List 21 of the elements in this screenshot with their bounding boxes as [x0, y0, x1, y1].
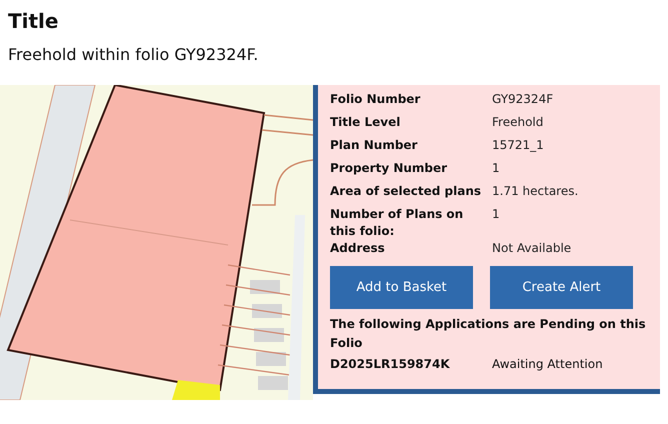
detail-value: Freehold: [492, 114, 544, 131]
detail-label: Title Level: [330, 114, 402, 131]
detail-label: Area of selected plans: [330, 183, 482, 200]
application-status: Awaiting Attention: [492, 356, 604, 373]
detail-value: GY92324F: [492, 91, 554, 108]
add-to-basket-button[interactable]: Add to Basket: [330, 266, 473, 309]
detail-label: Address: [330, 240, 386, 257]
application-number: D2025LR159874K: [330, 356, 451, 373]
detail-value: 1: [492, 160, 501, 177]
detail-value: 1: [492, 206, 501, 223]
summary-text: Freehold within folio GY92324F.: [8, 44, 260, 66]
pending-note: The following Applications are Pending on this Folio: [330, 316, 647, 352]
page-heading: Title: [8, 8, 60, 34]
detail-label: Folio Number: [330, 91, 422, 108]
create-alert-button[interactable]: Create Alert: [490, 266, 633, 309]
detail-label: Property Number: [330, 160, 448, 177]
detail-value: 15721_1: [492, 137, 545, 154]
detail-value: 1.71 hectares.: [492, 183, 580, 200]
detail-value: Not Available: [492, 240, 572, 257]
detail-label: Number of Plans on this folio:: [330, 206, 464, 240]
detail-label: Plan Number: [330, 137, 418, 154]
